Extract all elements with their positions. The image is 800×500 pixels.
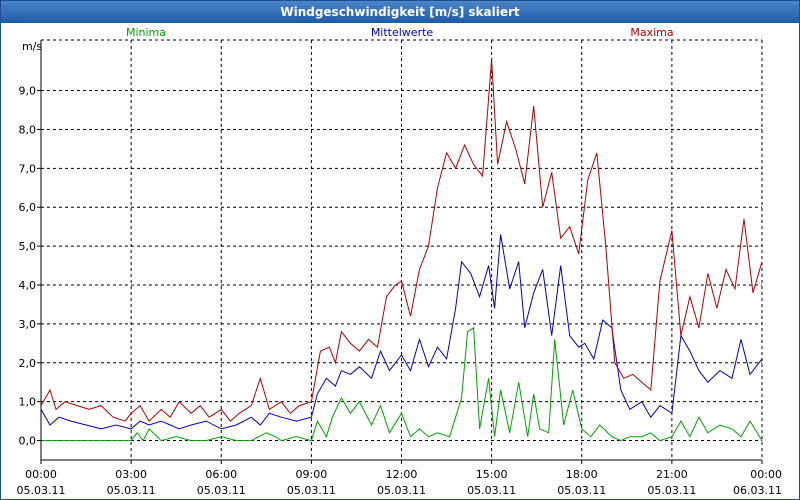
x-tick-time: 00:00 <box>25 468 57 481</box>
y-axis-label: m/s <box>22 40 42 53</box>
x-tick-time: 06:00 <box>205 468 237 481</box>
y-tick-label: 4,0 <box>19 279 37 292</box>
y-tick-label: 0,0 <box>19 435 37 448</box>
x-tick-time: 09:00 <box>296 468 328 481</box>
x-tick-time: 18:00 <box>566 468 598 481</box>
x-tick-date: 05.03.11 <box>557 484 606 497</box>
x-tick-date: 05.03.11 <box>647 484 696 497</box>
x-tick-time: 15:00 <box>476 468 508 481</box>
x-tick-date: 05.03.11 <box>17 484 66 497</box>
x-tick-time: 12:00 <box>386 468 418 481</box>
legend-minima: Minima <box>126 26 166 39</box>
x-tick-date: 05.03.11 <box>107 484 156 497</box>
y-tick-label: 1,0 <box>19 396 37 409</box>
wind-speed-chart: 0,0 1,0 2,0 3,0 4,0 5,0 6,0 7,0 8,0 9,0 00:00 05.0… <box>17 26 782 497</box>
y-tick-label: 7,0 <box>19 162 37 175</box>
x-tick-time: 00:00 <box>750 468 782 481</box>
x-tick-date: 05.03.11 <box>377 484 426 497</box>
y-tick-label: 9,0 <box>19 85 37 98</box>
x-tick-time: 03:00 <box>115 468 147 481</box>
x-tick-date: 06.03.11 <box>733 484 782 497</box>
legend-mittelwerte: Mittelwerte <box>371 26 434 39</box>
y-tick-label: 8,0 <box>19 123 37 136</box>
y-tick-label: 3,0 <box>19 318 37 331</box>
x-tick-date: 05.03.11 <box>197 484 246 497</box>
y-tick-label: 6,0 <box>19 201 37 214</box>
x-axis-ticks: 00:00 05.03.11 03:00 05.03.11 06:00 05.03.11 0… <box>17 460 782 497</box>
y-tick-label: 5,0 <box>19 240 37 253</box>
legend-maxima: Maxima <box>630 26 673 39</box>
x-tick-time: 21:00 <box>656 468 688 481</box>
grid-lines <box>40 39 763 460</box>
x-tick-date: 05.03.11 <box>467 484 516 497</box>
y-tick-label: 2,0 <box>19 357 37 370</box>
x-tick-date: 05.03.11 <box>287 484 336 497</box>
y-axis-ticks: 0,0 1,0 2,0 3,0 4,0 5,0 6,0 7,0 8,0 9,0 <box>19 85 41 448</box>
